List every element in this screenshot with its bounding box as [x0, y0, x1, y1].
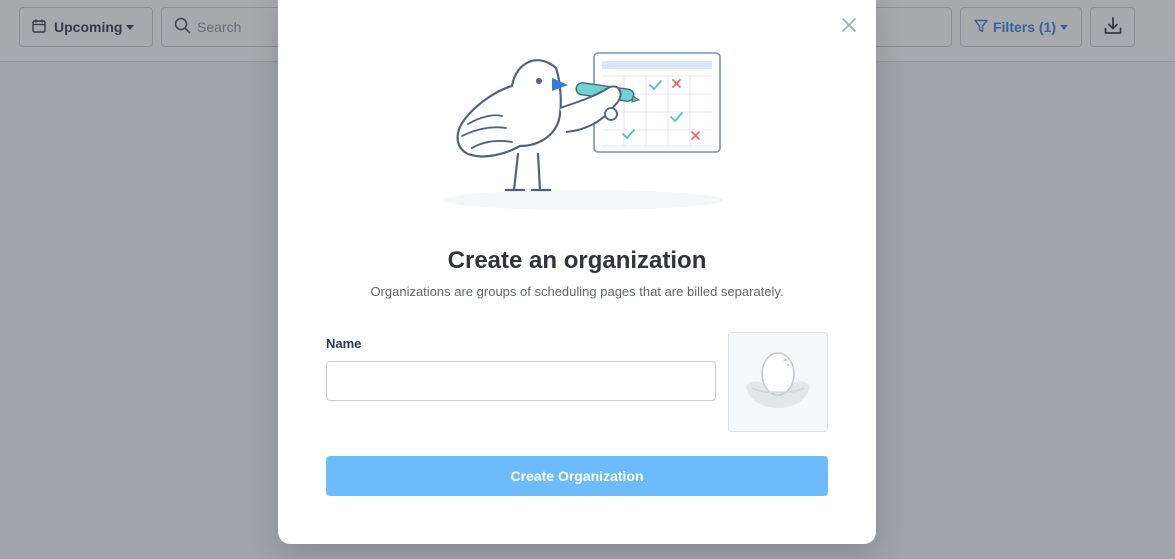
modal-title: Create an organization	[447, 247, 707, 274]
create-organization-modal: Create an organization Organizations are…	[278, 0, 876, 544]
egg-nest-placeholder-icon	[742, 348, 814, 417]
modal-subtitle: Organizations are groups of scheduling p…	[370, 284, 784, 299]
organization-name-input[interactable]	[326, 361, 716, 401]
name-label: Name	[326, 336, 362, 351]
close-icon[interactable]	[838, 14, 860, 36]
create-organization-button[interactable]: Create Organization	[326, 456, 828, 496]
bird-calendar-illustration	[428, 50, 728, 230]
organization-avatar-upload[interactable]	[728, 332, 828, 432]
